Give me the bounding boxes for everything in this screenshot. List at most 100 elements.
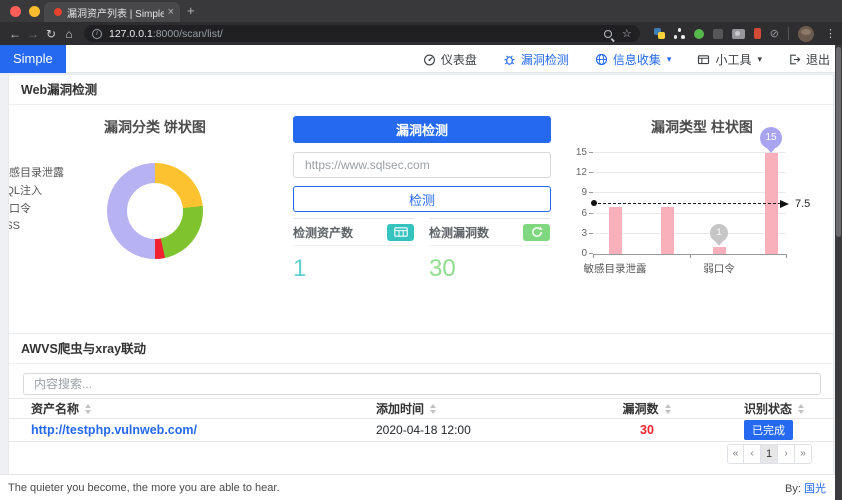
legend-item[interactable]: XSS — [9, 219, 64, 233]
awvs-card-title: AWVS爬虫与xray联动 — [9, 334, 833, 364]
python-extension-icon[interactable] — [653, 28, 665, 39]
window-minimize-button[interactable] — [29, 6, 40, 17]
x-tick — [786, 254, 787, 258]
average-line-label: 7.5 — [795, 197, 811, 210]
site-info-icon[interactable]: i — [92, 28, 102, 39]
sort-icon[interactable] — [797, 403, 805, 414]
footer-author-link[interactable]: 国光 — [804, 483, 826, 495]
detect-button[interactable]: 检测 — [293, 186, 551, 212]
column-header-label: 识别状态 — [744, 402, 793, 416]
share-extension-icon[interactable] — [673, 28, 685, 39]
column-header-0[interactable]: 资产名称 — [31, 399, 92, 418]
new-tab-button[interactable]: + — [187, 3, 195, 18]
y-tick-label: 15 — [575, 147, 587, 158]
target-url-input[interactable] — [293, 152, 551, 178]
site-navbar: Simple 仪表盘 漏洞检测 信息收集 ▾ 小工具 ▾ 退出 — [0, 45, 842, 73]
brand-logo[interactable]: Simple — [0, 45, 66, 73]
nav-item-dashboard[interactable]: 仪表盘 — [423, 51, 477, 68]
legend-label: SQL注入 — [9, 185, 43, 197]
table-icon — [387, 223, 414, 241]
pagination-button[interactable]: « — [727, 444, 744, 464]
globe-icon — [595, 53, 608, 66]
back-icon[interactable] — [6, 27, 24, 41]
toolbar-divider — [788, 27, 789, 40]
nav-item-info-collect[interactable]: 信息收集 ▾ — [595, 51, 672, 68]
gridline — [593, 212, 786, 214]
pagination-button[interactable]: › — [778, 444, 795, 464]
y-tick — [589, 172, 593, 174]
pagination-button[interactable]: ‹ — [744, 444, 761, 464]
red-extension-icon[interactable] — [753, 28, 761, 39]
column-header-3[interactable]: 识别状态 — [744, 399, 805, 418]
window-close-button[interactable] — [10, 6, 21, 17]
asset-link[interactable]: http://testphp.vulnweb.com/ — [31, 423, 197, 437]
page-scrollbar[interactable] — [835, 45, 842, 500]
stat-card-header: 检测漏洞数 — [429, 219, 550, 245]
browser-tab[interactable]: 漏洞资产列表 | SimpleScan × — [44, 2, 180, 22]
pie-chart-title: 漏洞分类 饼状图 — [104, 119, 206, 135]
status-badge[interactable]: 已完成 — [744, 420, 793, 440]
content-search-input[interactable] — [23, 373, 821, 395]
gridline — [593, 172, 786, 174]
scrollbar-thumb[interactable] — [836, 47, 841, 237]
x-tick-label: 弱口令 — [703, 263, 735, 275]
nav-item-tools[interactable]: 小工具 ▾ — [697, 51, 762, 68]
home-icon[interactable] — [60, 27, 78, 41]
screenshot-extension-icon[interactable] — [731, 28, 745, 39]
x-tick — [689, 254, 691, 258]
y-tick-label: 12 — [575, 167, 587, 179]
sort-icon[interactable] — [84, 403, 92, 414]
stat-card-assets: 检测资产数 1 — [293, 218, 414, 283]
bar-XSS — [764, 153, 778, 254]
browser-titlebar: 漏洞资产列表 | SimpleScan × + — [0, 0, 842, 22]
legend-label: 敏感目录泄露 — [8, 167, 64, 179]
column-header-1[interactable]: 添加时间 — [376, 399, 437, 418]
reload-icon[interactable] — [42, 27, 60, 41]
bookmark-star-icon[interactable]: ☆ — [622, 27, 632, 40]
legend-item[interactable]: SQL注入 — [9, 183, 64, 197]
pagination-button[interactable]: 1 — [761, 444, 778, 464]
nav-item-logout[interactable]: 退出 — [788, 51, 830, 68]
bar-弱口令 — [712, 247, 726, 254]
stat-cards: 检测资产数 1 检测漏洞数 30 — [293, 218, 551, 283]
bug-icon — [503, 53, 516, 66]
marker-tail — [714, 240, 724, 247]
stat-card-header: 检测资产数 — [293, 219, 414, 245]
stat-label: 检测资产数 — [293, 225, 354, 240]
disabled-extension-icon[interactable] — [712, 28, 723, 39]
stat-label: 检测漏洞数 — [429, 225, 490, 240]
sort-icon[interactable] — [664, 403, 672, 414]
nav-item-label: 信息收集 — [612, 52, 661, 67]
web-scan-card: Web漏洞检测 漏洞分类 饼状图 敏感目录泄露SQL注入弱口令XSS 漏洞检测 … — [8, 74, 834, 361]
forward-icon[interactable] — [24, 27, 42, 41]
x-tick-label: 敏感目录泄露 — [583, 263, 647, 275]
pagination: «‹ 1 ›» — [727, 444, 812, 464]
y-tick-label: 6 — [581, 207, 587, 219]
chevron-down-icon: ▾ — [666, 53, 672, 64]
legend-item[interactable]: 弱口令 — [8, 201, 64, 215]
stat-card-vulns: 检测漏洞数 30 — [429, 218, 550, 283]
page-footer: The quieter you become, the more you are… — [0, 474, 842, 500]
stat-divider — [293, 245, 414, 246]
pagination-button[interactable]: » — [795, 444, 812, 464]
column-header-2[interactable]: 漏洞数 — [617, 399, 677, 418]
vuln-scan-header-button[interactable]: 漏洞检测 — [293, 116, 551, 143]
tab-close-icon[interactable]: × — [168, 6, 174, 18]
address-bar[interactable]: i 127.0.0.1 :8000/scan/list/ ☆ — [84, 25, 640, 42]
nav-item-vuln-scan[interactable]: 漏洞检测 — [503, 51, 569, 68]
x-tick — [593, 254, 594, 258]
green-extension-icon[interactable] — [693, 28, 704, 39]
profile-avatar[interactable] — [798, 25, 814, 42]
legend-item[interactable]: 敏感目录泄露 — [8, 165, 64, 179]
search-icon[interactable] — [603, 29, 612, 38]
marker-balloon-max: 15 — [760, 127, 782, 153]
vuln-count: 30 — [640, 423, 654, 437]
sort-icon[interactable] — [429, 403, 437, 414]
marker-tail — [766, 147, 776, 153]
blocker-extension-icon[interactable]: ⊘ — [770, 27, 779, 40]
browser-menu-icon[interactable]: ⋮ — [825, 27, 836, 40]
nav-item-label: 退出 — [805, 52, 830, 67]
y-tick — [589, 212, 593, 214]
legend-label: 弱口令 — [8, 203, 31, 215]
gridline — [593, 152, 786, 153]
